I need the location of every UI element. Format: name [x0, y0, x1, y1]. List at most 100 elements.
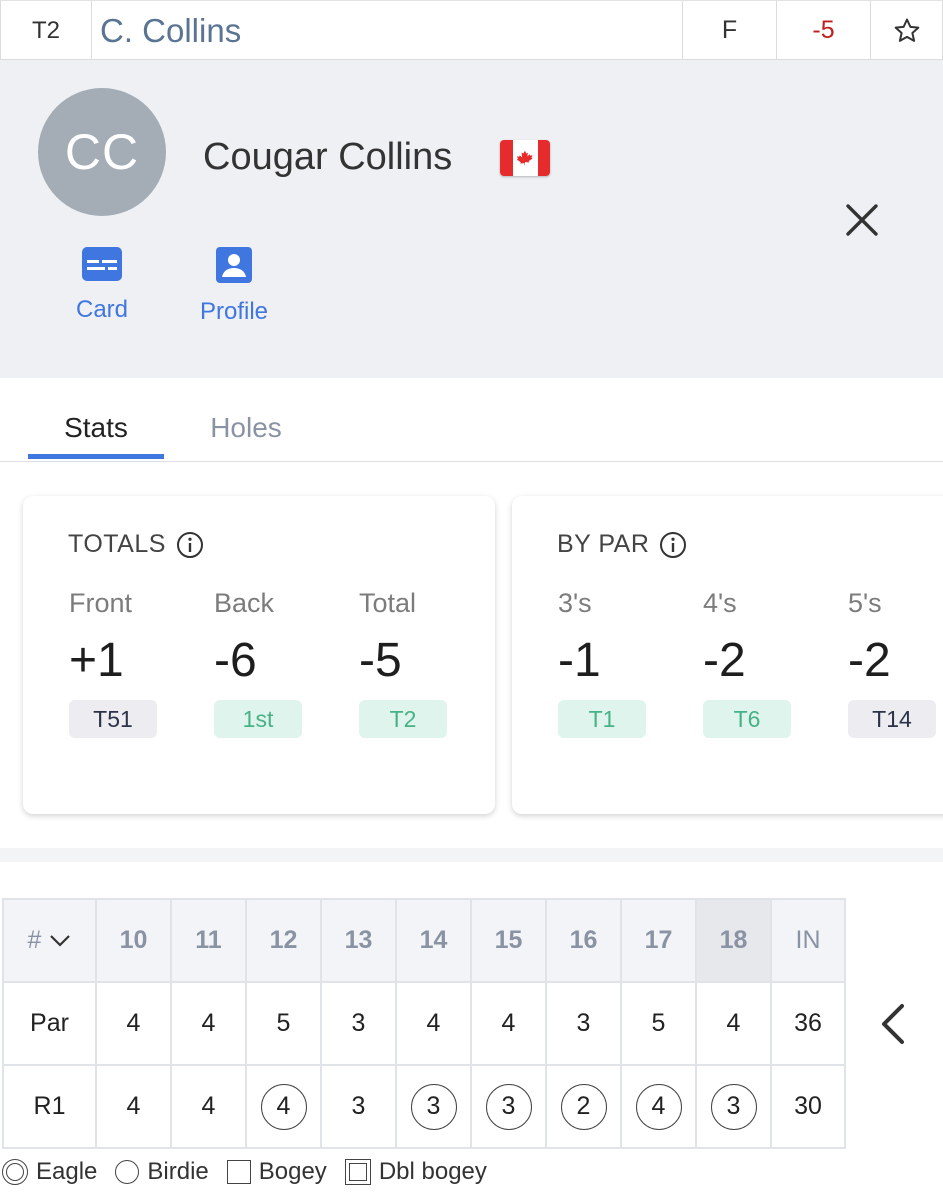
totals-card: TOTALS Front +1 T51 Back -6 1st Total -5…: [23, 496, 495, 814]
by-par-card: BY PAR 3's -1 T1 4's -2 T6 5's -2 T14: [512, 496, 943, 814]
section-divider: [0, 848, 943, 862]
par-cell: 4: [170, 981, 247, 1066]
hole-number-highlighted: 18: [695, 898, 772, 983]
score-cell-birdie: 2: [545, 1064, 622, 1149]
score-cell-birdie: 3: [695, 1064, 772, 1149]
hole-number: 12: [245, 898, 322, 983]
hole-number: 15: [470, 898, 547, 983]
par-cell: 5: [620, 981, 697, 1066]
birdie-marker: 3: [710, 1083, 757, 1130]
by-par-title: BY PAR: [557, 530, 650, 558]
legend-label: Birdie: [147, 1158, 209, 1185]
hole-sort-dropdown[interactable]: #: [2, 898, 97, 983]
rank-badge: T1: [558, 700, 646, 738]
par-cell: 5: [245, 981, 322, 1066]
legend-label: Eagle: [36, 1158, 98, 1185]
score-cell-birdie: 3: [395, 1064, 472, 1149]
stat-label: 4's: [703, 588, 737, 618]
rank-badge: 1st: [214, 700, 302, 738]
hole-number: 11: [170, 898, 247, 983]
bogey-marker-icon: [226, 1160, 251, 1184]
stat-front: Front +1 T51: [69, 588, 179, 738]
stat-label: Total: [359, 588, 417, 618]
par-cell: 4: [695, 981, 772, 1066]
legend-birdie: Birdie: [115, 1158, 209, 1186]
rank-badge: T14: [848, 700, 936, 738]
stat-value: +1: [69, 634, 124, 687]
score-legend: Eagle Birdie Bogey Dbl bogey: [2, 1158, 505, 1186]
score-cell: 4: [95, 1064, 172, 1149]
birdie-marker: 2: [560, 1083, 607, 1130]
active-tab-indicator: [28, 454, 164, 459]
card-button-label: Card: [75, 296, 129, 323]
sort-label: #: [27, 926, 42, 954]
legend-label: Dbl bogey: [378, 1158, 487, 1185]
favorite-button[interactable]: [871, 1, 943, 60]
par-total: 36: [770, 981, 846, 1066]
score-cell: -5: [777, 1, 871, 60]
score-cell-birdie: 3: [470, 1064, 547, 1149]
score-cell: 4: [170, 1064, 247, 1149]
rank-badge: T6: [703, 700, 791, 738]
rank-badge: T2: [359, 700, 447, 738]
row-label: R1: [2, 1064, 97, 1149]
stat-back: Back -6 1st: [214, 588, 324, 738]
card-button[interactable]: Card: [62, 246, 142, 324]
eagle-marker-icon: [2, 1159, 28, 1185]
stat-par-4: 4's -2 T6: [703, 588, 813, 738]
profile-icon: [216, 247, 252, 283]
profile-button[interactable]: Profile: [190, 246, 278, 326]
birdie-marker: 3: [410, 1083, 457, 1130]
hole-number: 14: [395, 898, 472, 983]
legend-double-bogey: Dbl bogey: [344, 1158, 487, 1186]
score-cell: 3: [320, 1064, 397, 1149]
previous-nine-button[interactable]: [878, 1002, 908, 1046]
birdie-marker-icon: [115, 1160, 140, 1184]
hole-number: 13: [320, 898, 397, 983]
hole-number: 17: [620, 898, 697, 983]
chevron-down-icon: [50, 934, 71, 947]
rank-badge: T51: [69, 700, 157, 738]
player-full-name: Cougar Collins: [203, 136, 453, 178]
hole-number: 10: [95, 898, 172, 983]
score-cell-birdie: 4: [620, 1064, 697, 1149]
par-cell: 4: [395, 981, 472, 1066]
player-short-name[interactable]: C. Collins: [92, 1, 683, 60]
avatar: CC: [38, 88, 166, 216]
stat-par-5: 5's -2 T14: [848, 588, 943, 738]
close-button[interactable]: [844, 202, 880, 238]
stat-value: -1: [558, 634, 601, 687]
scorecard-table: # 10 11 12 13 14 15 16 17 18 IN Par 4 4 …: [2, 898, 846, 1149]
profile-button-label: Profile: [199, 298, 269, 325]
stat-value: -6: [214, 634, 257, 687]
totals-title: TOTALS: [68, 530, 166, 558]
tab-stats[interactable]: Stats: [28, 412, 164, 444]
info-icon[interactable]: [176, 531, 204, 559]
birdie-marker: 4: [635, 1083, 682, 1130]
chevron-left-icon: [882, 1004, 904, 1044]
par-cell: 4: [470, 981, 547, 1066]
stat-value: -5: [359, 634, 402, 687]
par-cell: 3: [320, 981, 397, 1066]
par-cell: 3: [545, 981, 622, 1066]
hole-number: 16: [545, 898, 622, 983]
leaderboard-row[interactable]: T2 C. Collins F -5: [0, 0, 943, 60]
round-row: R1 4 4 4 3 3 3 2 4 3 30: [2, 1064, 846, 1149]
legend-eagle: Eagle: [2, 1158, 97, 1186]
position-cell: T2: [0, 1, 92, 60]
stat-label: Back: [214, 588, 275, 618]
tab-holes[interactable]: Holes: [178, 412, 314, 444]
stat-value: -2: [703, 634, 746, 687]
totals-title-row: TOTALS: [68, 530, 204, 559]
by-par-title-row: BY PAR: [557, 530, 687, 559]
player-header: CC Cougar Collins Card Profile: [0, 60, 943, 378]
info-icon[interactable]: [659, 531, 687, 559]
in-total-header: IN: [770, 898, 846, 983]
stats-tabs: Stats Holes: [0, 378, 943, 462]
canada-flag-icon: [500, 140, 550, 176]
round-total: 30: [770, 1064, 846, 1149]
star-icon: [894, 18, 919, 42]
par-row: Par 4 4 5 3 4 4 3 5 4 36: [2, 981, 846, 1066]
stat-total: Total -5 T2: [359, 588, 469, 738]
stat-value: -2: [848, 634, 891, 687]
